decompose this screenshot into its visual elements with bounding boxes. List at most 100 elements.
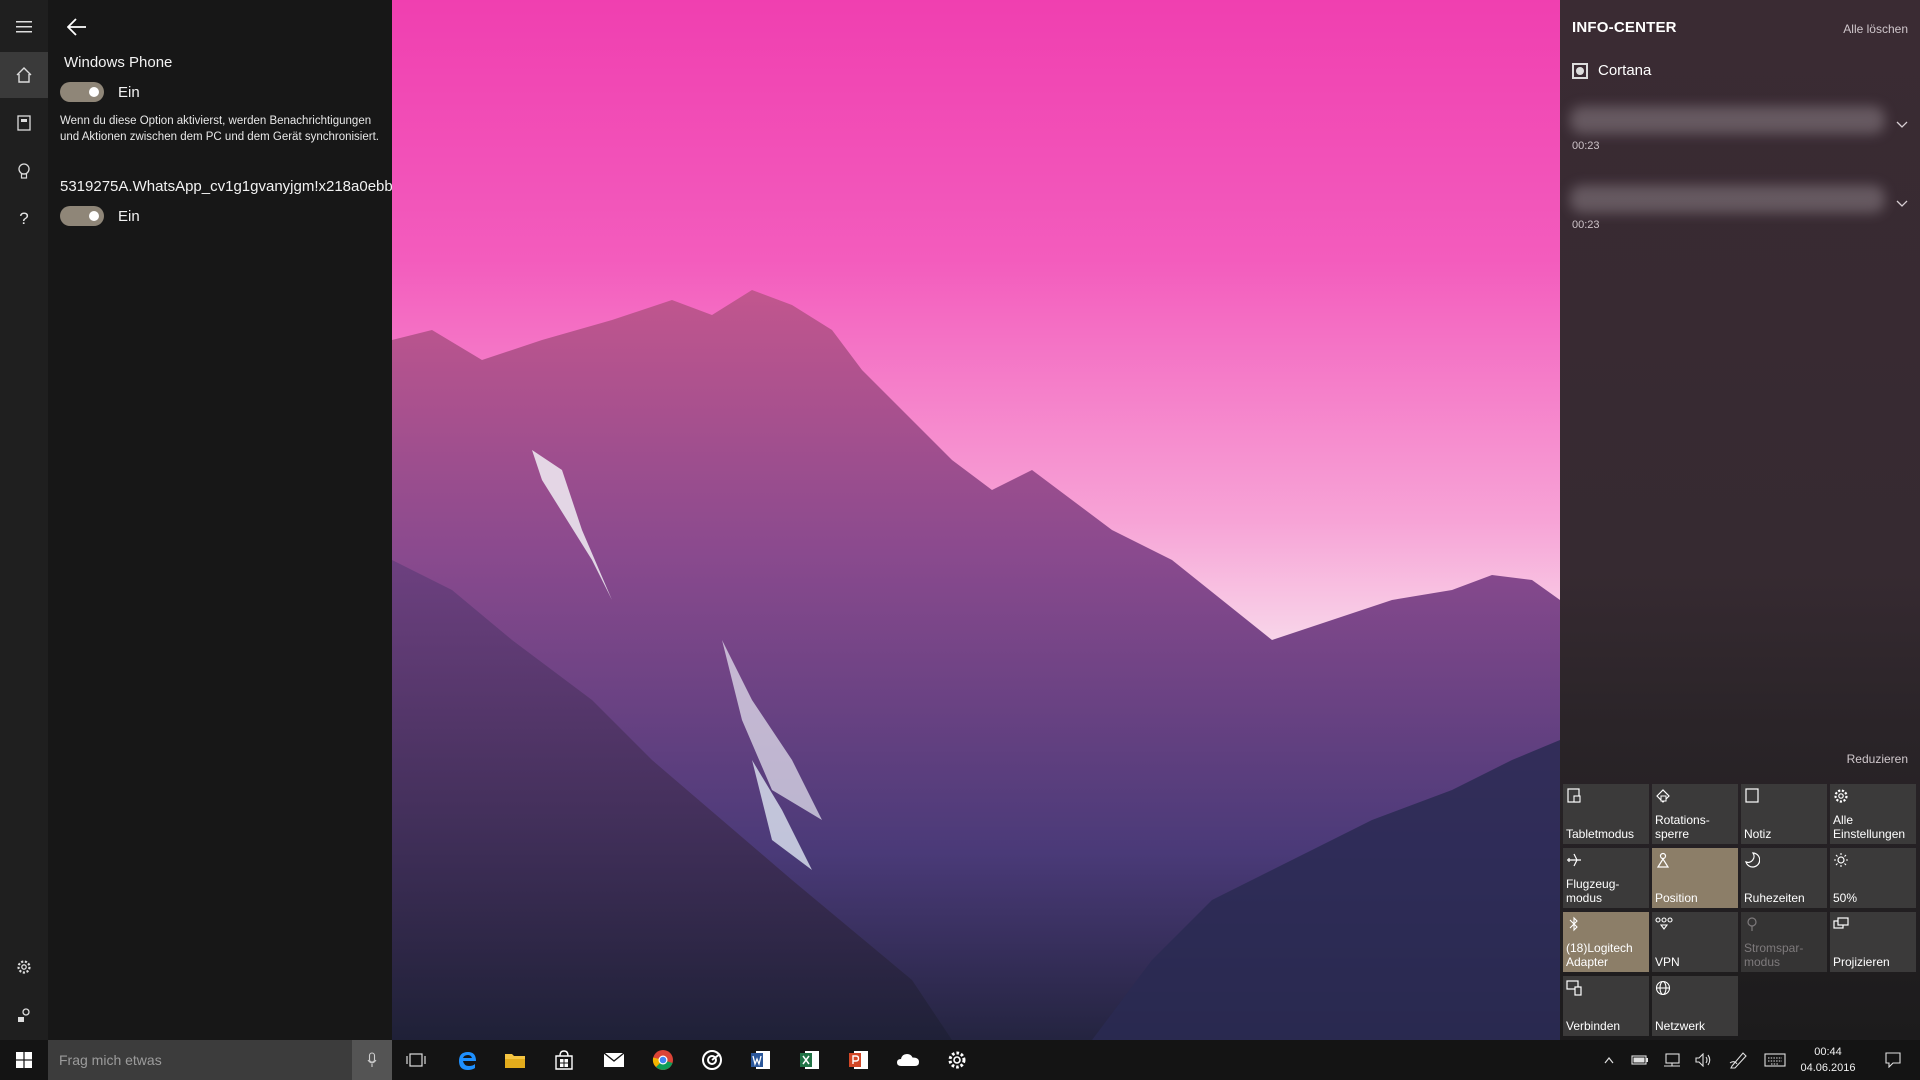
tile-label: Alle Einstellungen bbox=[1833, 813, 1906, 841]
microphone-icon[interactable] bbox=[352, 1040, 392, 1080]
help-icon[interactable]: ? bbox=[0, 196, 48, 242]
taskbar-clock[interactable]: 00:44 04.06.2016 bbox=[1792, 1044, 1864, 1076]
lightbulb-icon[interactable] bbox=[0, 148, 48, 194]
whatsapp-toggle-row[interactable]: Ein bbox=[60, 206, 140, 226]
groove-music-icon[interactable] bbox=[688, 1040, 736, 1080]
notification-group-label: Cortana bbox=[1598, 62, 1652, 79]
notification-time: 00:23 bbox=[1572, 219, 1600, 231]
location-icon bbox=[1655, 852, 1735, 872]
tile-label: (18)Logitech Adapter bbox=[1566, 941, 1633, 969]
tablet-mode-icon bbox=[1566, 788, 1646, 808]
onedrive-icon[interactable] bbox=[884, 1040, 932, 1080]
quick-action-note[interactable]: Notiz bbox=[1741, 784, 1827, 844]
notebook-icon[interactable] bbox=[0, 100, 48, 146]
quick-action-rotation-lock[interactable]: Rotations- sperre bbox=[1652, 784, 1738, 844]
quick-action-battery-saver: Stromspar- modus bbox=[1741, 912, 1827, 972]
toggle-state-label: Ein bbox=[118, 207, 140, 225]
quick-action-connect[interactable]: Verbinden bbox=[1563, 976, 1649, 1036]
notification-item[interactable]: 00:23 bbox=[1560, 96, 1920, 166]
network-icon bbox=[1655, 980, 1735, 1000]
tile-label: Verbinden bbox=[1566, 1019, 1621, 1033]
battery-icon[interactable] bbox=[1626, 1040, 1654, 1080]
powerpoint-icon[interactable] bbox=[835, 1040, 883, 1080]
task-view-icon[interactable] bbox=[392, 1040, 440, 1080]
rotation-lock-icon bbox=[1655, 788, 1735, 808]
quick-action-all-settings[interactable]: Alle Einstellungen bbox=[1830, 784, 1916, 844]
search-input[interactable]: Frag mich etwas bbox=[48, 1052, 352, 1068]
edge-icon[interactable] bbox=[443, 1040, 491, 1080]
tile-label: Tabletmodus bbox=[1566, 827, 1635, 841]
home-icon[interactable] bbox=[0, 52, 48, 98]
taskbar: Frag mich etwas 00:44 04.06.2016 bbox=[0, 1040, 1920, 1080]
tile-label: Position bbox=[1655, 891, 1698, 905]
action-center: INFO-CENTER Alle löschen Cortana 00:23 0… bbox=[1560, 0, 1920, 1040]
cortana-settings-panel: Windows Phone Ein Wenn du diese Option a… bbox=[48, 0, 392, 1040]
collapse-button[interactable]: Reduzieren bbox=[1847, 752, 1908, 766]
mail-icon[interactable] bbox=[590, 1040, 638, 1080]
windows-phone-toggle[interactable] bbox=[60, 82, 104, 102]
pen-icon[interactable] bbox=[1724, 1040, 1754, 1080]
back-arrow-icon[interactable] bbox=[60, 10, 94, 44]
cortana-search-box[interactable]: Frag mich etwas bbox=[48, 1040, 392, 1080]
tile-label: Rotations- sperre bbox=[1655, 813, 1710, 841]
tile-label: Ruhezeiten bbox=[1744, 891, 1805, 905]
tile-label: VPN bbox=[1655, 955, 1680, 969]
chrome-icon[interactable] bbox=[639, 1040, 687, 1080]
quick-action-project[interactable]: Projizieren bbox=[1830, 912, 1916, 972]
connect-icon bbox=[1566, 980, 1646, 1000]
quick-action-vpn[interactable]: VPN bbox=[1652, 912, 1738, 972]
menu-icon[interactable] bbox=[0, 4, 48, 50]
project-icon bbox=[1833, 916, 1913, 936]
windows-phone-toggle-row[interactable]: Ein bbox=[60, 82, 140, 102]
tile-label: 50% bbox=[1833, 891, 1858, 905]
quick-action-airplane-mode[interactable]: Flugzeug- modus bbox=[1563, 848, 1649, 908]
quick-action-location[interactable]: Position bbox=[1652, 848, 1738, 908]
bluetooth-icon bbox=[1566, 916, 1646, 936]
note-icon bbox=[1744, 788, 1824, 808]
tile-label: Notiz bbox=[1744, 827, 1772, 841]
word-icon[interactable] bbox=[737, 1040, 785, 1080]
quick-action-bluetooth[interactable]: (18)Logitech Adapter bbox=[1563, 912, 1649, 972]
tile-label: Stromspar- modus bbox=[1744, 941, 1804, 969]
airplane-icon bbox=[1566, 852, 1646, 872]
notification-item[interactable]: 00:23 bbox=[1560, 175, 1920, 245]
store-icon[interactable] bbox=[540, 1040, 588, 1080]
chevron-down-icon[interactable] bbox=[1896, 116, 1908, 132]
tile-label: Netzwerk bbox=[1655, 1019, 1706, 1033]
toggle-state-label: Ein bbox=[118, 83, 140, 101]
quick-action-tablet-mode[interactable]: Tabletmodus bbox=[1563, 784, 1649, 844]
blurred-notification-content bbox=[1570, 106, 1885, 134]
settings-icon[interactable] bbox=[0, 944, 48, 990]
settings-icon[interactable] bbox=[933, 1040, 981, 1080]
action-center-icon[interactable] bbox=[1876, 1040, 1910, 1080]
feedback-icon[interactable] bbox=[0, 992, 48, 1038]
tile-label: Flugzeug- modus bbox=[1566, 877, 1620, 905]
battery-saver-icon bbox=[1744, 916, 1824, 936]
clear-all-button[interactable]: Alle löschen bbox=[1843, 22, 1908, 36]
whatsapp-toggle[interactable] bbox=[60, 206, 104, 226]
cortana-icon bbox=[1572, 62, 1588, 79]
excel-icon[interactable] bbox=[786, 1040, 834, 1080]
brightness-icon bbox=[1833, 852, 1913, 872]
clock-time: 00:44 bbox=[1814, 1046, 1842, 1058]
desktop-wallpaper bbox=[392, 0, 1560, 1040]
moon-icon bbox=[1744, 852, 1824, 872]
tile-label: Projizieren bbox=[1833, 955, 1890, 969]
notification-time: 00:23 bbox=[1572, 140, 1600, 152]
setting-description: Wenn du diese Option aktivierst, werden … bbox=[60, 115, 379, 143]
blurred-notification-content bbox=[1570, 185, 1885, 213]
notification-group-cortana[interactable]: Cortana bbox=[1572, 62, 1651, 79]
keyboard-icon[interactable] bbox=[1760, 1040, 1790, 1080]
file-explorer-icon[interactable] bbox=[491, 1040, 539, 1080]
network-icon[interactable] bbox=[1658, 1040, 1686, 1080]
quick-action-brightness[interactable]: 50% bbox=[1830, 848, 1916, 908]
show-hidden-icons-icon[interactable] bbox=[1596, 1040, 1622, 1080]
quick-action-quiet-hours[interactable]: Ruhezeiten bbox=[1741, 848, 1827, 908]
volume-icon[interactable] bbox=[1690, 1040, 1718, 1080]
cortana-nav-rail: ? bbox=[0, 0, 48, 1040]
setting-title-whatsapp: 5319275A.WhatsApp_cv1g1gvanyjgm!x218a0eb… bbox=[60, 178, 392, 195]
chevron-down-icon[interactable] bbox=[1896, 195, 1908, 211]
quick-action-network[interactable]: Netzwerk bbox=[1652, 976, 1738, 1036]
action-center-title: INFO-CENTER bbox=[1572, 19, 1677, 36]
windows-start-icon[interactable] bbox=[0, 1040, 48, 1080]
